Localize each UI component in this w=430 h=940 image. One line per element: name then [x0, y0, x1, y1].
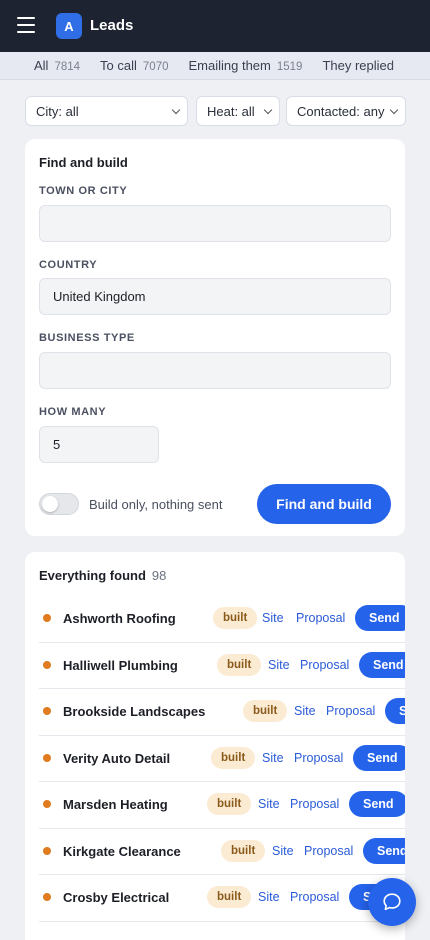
app-logo: A	[56, 13, 82, 39]
proposal-link[interactable]: Proposal	[290, 890, 339, 904]
lead-row[interactable]: Halliwell PlumbingbuiltSiteProposalSendC	[39, 643, 405, 689]
status-dot	[43, 800, 51, 808]
status-dot	[43, 614, 51, 622]
town-input[interactable]	[39, 205, 391, 242]
proposal-link[interactable]: Proposal	[290, 797, 339, 811]
how-many-input[interactable]: 5	[39, 426, 159, 463]
tab-bar: All 7814 To call 7070 Emailing them 1519 Th…	[0, 52, 430, 80]
status-badge: built	[243, 700, 288, 722]
tab-label: To call	[100, 58, 137, 73]
site-link[interactable]: Site	[258, 797, 280, 811]
site-link[interactable]: Site	[294, 704, 316, 718]
city-filter-label: City: all	[36, 103, 79, 119]
tabs-fade	[390, 52, 430, 79]
tab-emailing-them[interactable]: Emailing them 1519	[189, 58, 303, 73]
site-link[interactable]: Site	[268, 658, 290, 672]
tab-they-replied[interactable]: They replied	[322, 58, 394, 73]
lead-row[interactable]: Kirkgate ClearancebuiltSiteProposalSendC	[39, 829, 405, 875]
lead-row[interactable]: Verity Auto DetailbuiltSiteProposalSendA…	[39, 736, 405, 782]
top-bar: A Leads	[0, 0, 430, 52]
country-input[interactable]: United Kingdom	[39, 278, 391, 315]
status-badge: built	[213, 607, 258, 629]
contacted-filter[interactable]: Contacted: any	[286, 96, 406, 126]
site-link[interactable]: Site	[262, 751, 284, 765]
status-badge: built	[217, 653, 262, 676]
send-button[interactable]: Send	[353, 744, 405, 771]
send-button[interactable]: Send	[363, 837, 405, 864]
tab-count: 7070	[142, 61, 169, 73]
build-only-toggle[interactable]	[39, 493, 79, 515]
status-badge: built	[207, 886, 252, 908]
send-button[interactable]: Send	[359, 651, 405, 678]
status-dot	[43, 707, 51, 715]
find-and-build-button[interactable]: Find and build	[257, 484, 391, 524]
lead-name[interactable]: Marsden Heating	[63, 797, 168, 812]
lead-row[interactable]: Ashworth RoofingbuiltSiteProposalSendCh	[39, 596, 405, 643]
tab-count: 7814	[54, 61, 81, 73]
send-button[interactable]: Send	[349, 791, 405, 817]
tab-label: Emailing them	[188, 58, 271, 73]
results-count: 98	[151, 568, 167, 583]
status-badge: built	[207, 793, 252, 815]
town-label: TOWN OR CITY	[39, 185, 128, 197]
status-dot	[43, 753, 51, 762]
lead-name[interactable]: Brookside Landscapes	[63, 704, 205, 719]
lead-name[interactable]: Crosby Electrical	[63, 890, 169, 905]
proposal-link[interactable]: Proposal	[304, 844, 353, 858]
lead-name[interactable]: Halliwell Plumbing	[63, 658, 178, 673]
status-dot	[43, 893, 51, 901]
chevron-down-icon	[171, 105, 181, 115]
status-badge: built	[221, 839, 266, 862]
app-title: Leads	[90, 17, 134, 34]
send-button[interactable]: Send	[355, 605, 405, 631]
site-link[interactable]: Site	[258, 890, 280, 904]
heat-filter[interactable]: Heat: all	[196, 96, 280, 126]
find-build-card: Find and build TOWN OR CITY COUNTRY Unit…	[25, 139, 405, 536]
chat-bubble-glyph	[383, 893, 401, 911]
status-badge: built	[211, 746, 256, 769]
toggle-knob	[42, 496, 58, 512]
lead-name[interactable]: Verity Auto Detail	[63, 751, 170, 766]
send-button[interactable]: Send	[385, 698, 405, 724]
chevron-down-icon	[263, 105, 273, 115]
chat-bubble-icon[interactable]	[368, 878, 416, 926]
lead-row[interactable]: Marsden HeatingbuiltSiteProposalSendAdd	[39, 782, 405, 829]
build-only-label: Build only, nothing sent	[89, 497, 223, 512]
how-many-label: HOW MANY	[39, 406, 107, 418]
tab-label: All	[34, 58, 49, 73]
menu-icon[interactable]	[17, 17, 35, 33]
results-header: Everything found 98	[39, 568, 166, 583]
card-title: Find and build	[39, 155, 128, 170]
proposal-link[interactable]: Proposal	[326, 704, 375, 718]
site-link[interactable]: Site	[262, 611, 284, 625]
lead-row[interactable]: Crosby ElectricalbuiltSiteProposalSendCh…	[39, 875, 405, 922]
lead-row[interactable]: Brookside Landscapes built Site Proposal Sen…	[39, 689, 405, 736]
business-type-label: BUSINESS TYPE	[39, 332, 135, 344]
business-type-input[interactable]	[39, 352, 391, 389]
tab-label: They replied	[322, 58, 395, 73]
results-title: Everything found	[39, 568, 146, 583]
tab-count: 1519	[276, 61, 303, 73]
tab-all[interactable]: All 7814	[34, 58, 80, 73]
status-dot	[43, 660, 51, 669]
proposal-link[interactable]: Proposal	[296, 611, 345, 625]
city-filter[interactable]: City: all	[25, 96, 188, 126]
contacted-filter-label: Contacted: any	[297, 103, 385, 119]
site-link[interactable]: Site	[272, 844, 294, 858]
status-dot	[43, 846, 51, 855]
lead-name[interactable]: Kirkgate Clearance	[63, 844, 181, 859]
tab-to-call[interactable]: To call 7070	[100, 58, 168, 73]
chevron-down-icon	[389, 105, 399, 115]
proposal-link[interactable]: Proposal	[300, 658, 349, 672]
results-card: Everything found 98 Ashworth Roofing built…	[25, 552, 405, 940]
proposal-link[interactable]: Proposal	[294, 751, 343, 765]
heat-filter-label: Heat: all	[207, 103, 255, 119]
lead-name[interactable]: Ashworth Roofing	[63, 611, 176, 626]
country-label: COUNTRY	[39, 259, 98, 271]
